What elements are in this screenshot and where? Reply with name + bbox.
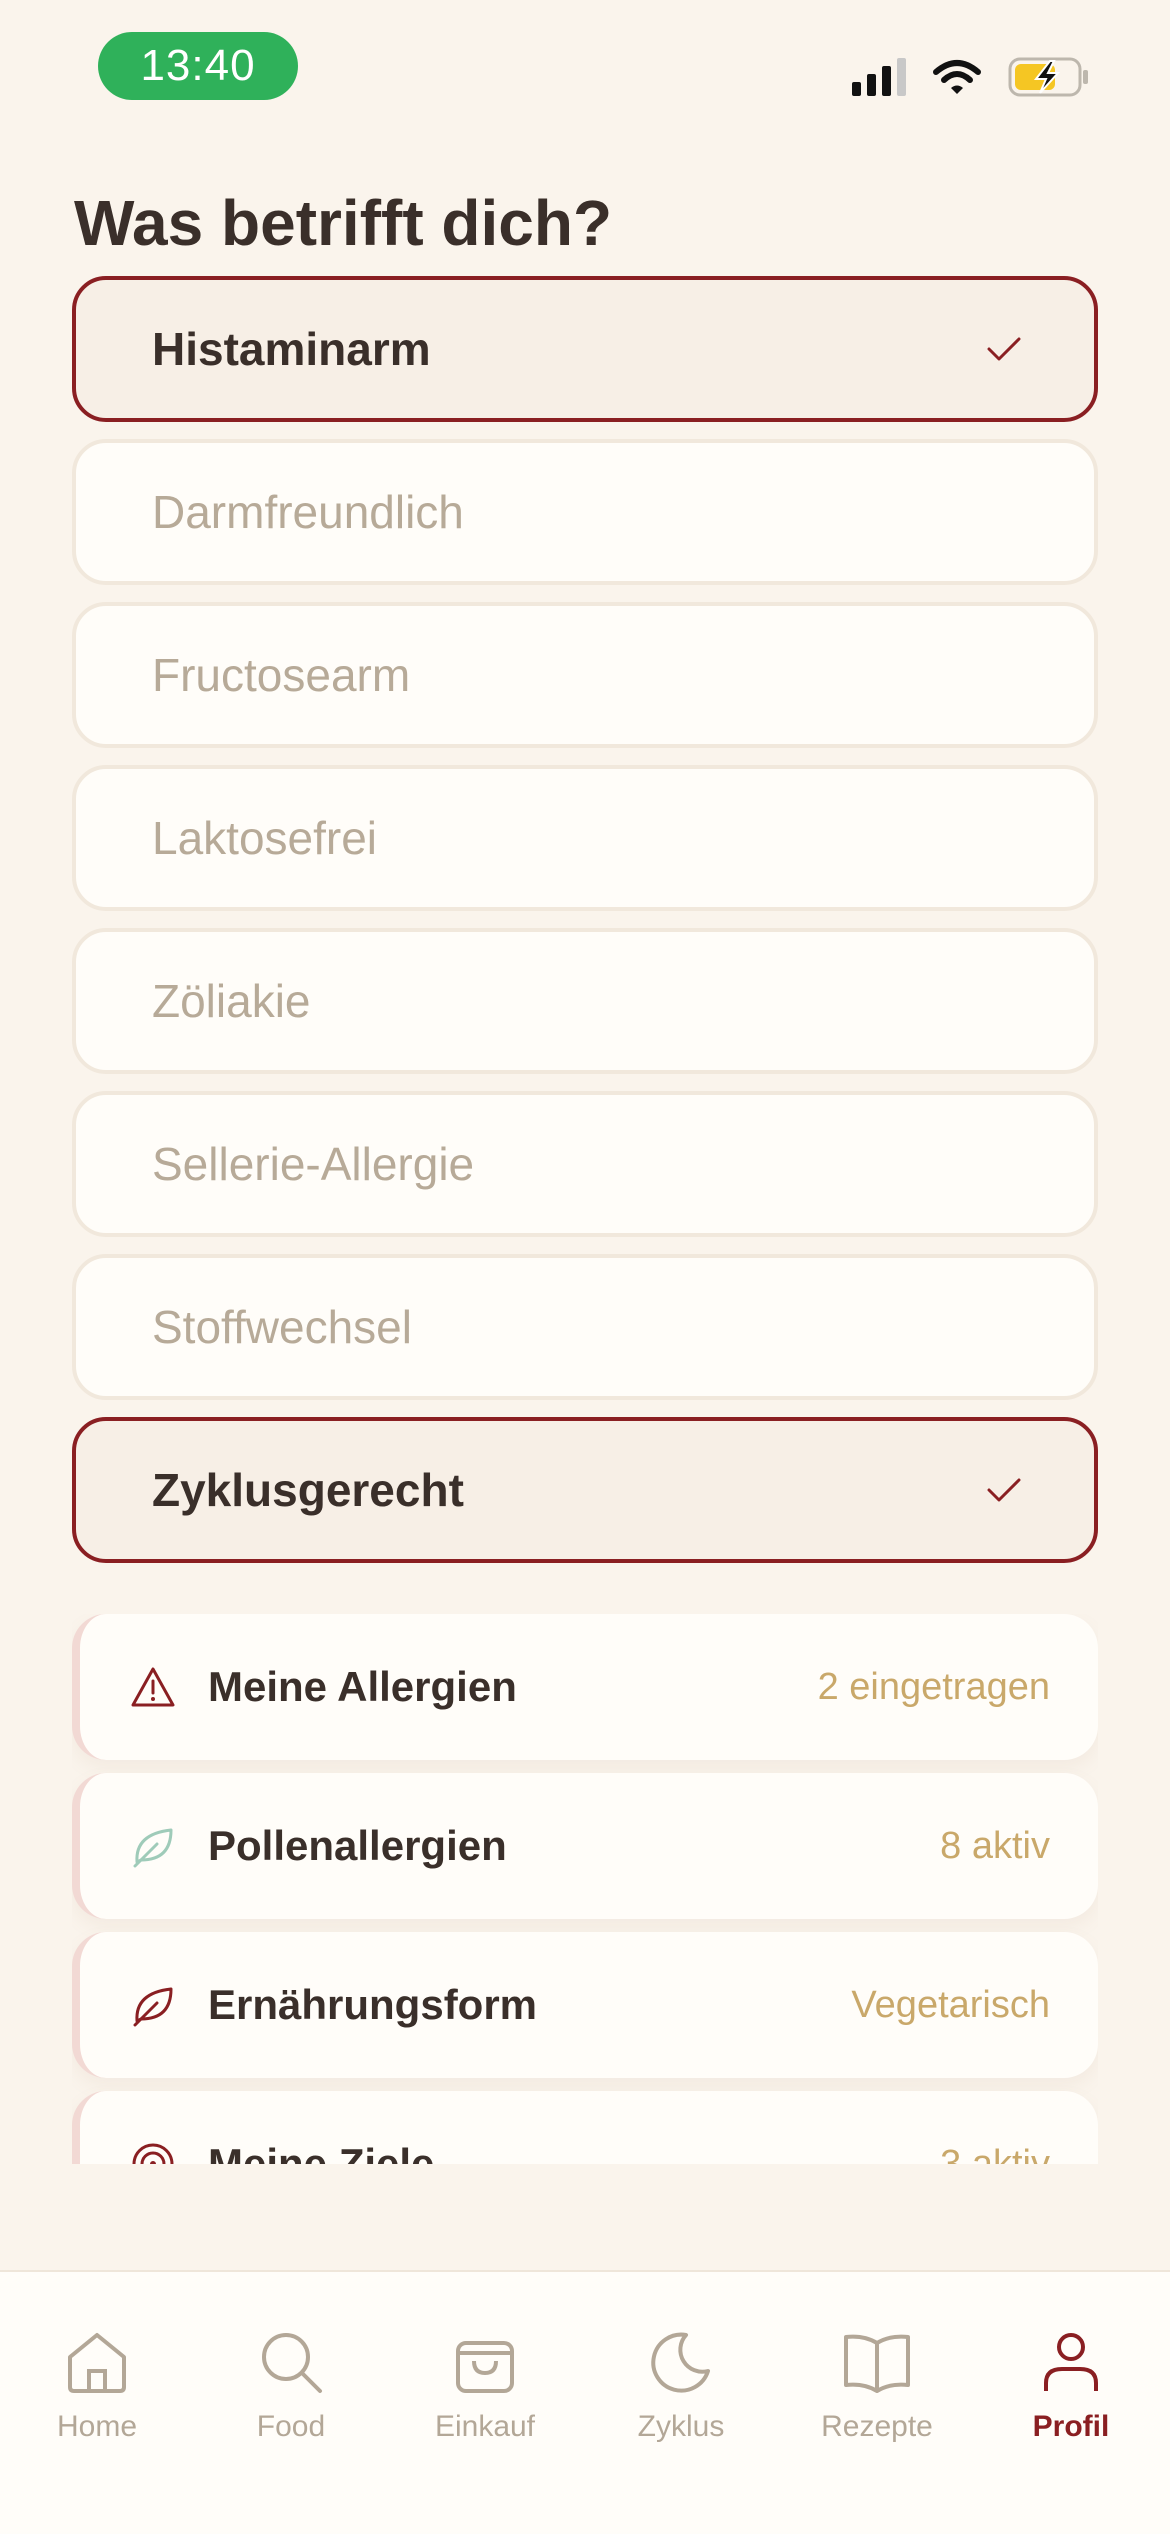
option-label: Zyklusgerecht — [152, 1464, 464, 1516]
option-zyklusgerecht[interactable]: Zyklusgerecht — [72, 1417, 1098, 1563]
home-icon — [2, 2322, 192, 2402]
condition-options: Histaminarm Darmfreundlich Fructosearm L… — [72, 276, 1098, 1580]
book-icon — [782, 2322, 972, 2402]
option-label: Stoffwechsel — [152, 1301, 412, 1353]
warning-icon — [128, 1662, 178, 1712]
option-histaminarm[interactable]: Histaminarm — [72, 276, 1098, 422]
tab-food[interactable]: Food — [196, 2322, 386, 2444]
page-title: Was betrifft dich? — [74, 187, 613, 259]
option-laktosefrei[interactable]: Laktosefrei — [72, 765, 1098, 911]
tab-home[interactable]: Home — [2, 2322, 192, 2444]
option-zoeliakie[interactable]: Zöliakie — [72, 928, 1098, 1074]
setting-label: Pollenallergien — [208, 1822, 507, 1869]
setting-meine-allergien[interactable]: Meine Allergien 2 eingetragen — [72, 1614, 1098, 1760]
tab-profil[interactable]: Profil — [976, 2322, 1166, 2444]
setting-meine-ziele[interactable]: Meine Ziele 3 aktiv — [72, 2091, 1098, 2164]
bottom-tab-bar: Home Food Einkauf Zyklus Rezepte Profil — [0, 2270, 1170, 2534]
setting-label: Ernährungsform — [208, 1981, 538, 2028]
setting-value: Vegetarisch — [851, 1983, 1050, 2026]
leaf-icon — [128, 1980, 178, 2030]
tab-rezepte[interactable]: Rezepte — [782, 2322, 972, 2444]
cellular-signal-icon — [852, 58, 906, 96]
option-darmfreundlich[interactable]: Darmfreundlich — [72, 439, 1098, 585]
setting-label: Meine Allergien — [208, 1663, 517, 1710]
option-label: Zöliakie — [152, 975, 311, 1027]
status-time: 13:40 — [98, 32, 298, 100]
person-icon — [976, 2322, 1166, 2402]
tab-label: Home — [56, 2410, 138, 2443]
option-stoffwechsel[interactable]: Stoffwechsel — [72, 1254, 1098, 1400]
option-sellerie-allergie[interactable]: Sellerie-Allergie — [72, 1091, 1098, 1237]
profile-settings-list: Meine Allergien 2 eingetragen Pollenalle… — [72, 1614, 1098, 2164]
setting-ernaehrungsform[interactable]: Ernährungsform Vegetarisch — [72, 1932, 1098, 2078]
option-fructosearm[interactable]: Fructosearm — [72, 602, 1098, 748]
checkmark-icon — [987, 1478, 1021, 1502]
leaf-icon — [128, 1821, 178, 1871]
option-label: Laktosefrei — [152, 812, 378, 864]
tab-label: Einkauf — [434, 2410, 536, 2443]
option-label: Darmfreundlich — [152, 486, 464, 538]
option-label: Histaminarm — [152, 323, 431, 375]
status-bar: 13:40 — [0, 0, 1170, 140]
status-icons — [852, 52, 1090, 102]
search-icon — [196, 2322, 386, 2402]
battery-icon — [1008, 57, 1088, 97]
tab-label: Food — [256, 2410, 326, 2443]
target-icon — [128, 2139, 178, 2164]
setting-value: 3 aktiv — [940, 2142, 1050, 2165]
moon-icon — [586, 2322, 776, 2402]
tab-label: Zyklus — [637, 2410, 725, 2443]
setting-label: Meine Ziele — [208, 2140, 435, 2164]
bag-icon — [390, 2322, 580, 2402]
tab-zyklus[interactable]: Zyklus — [586, 2322, 776, 2444]
tab-label: Rezepte — [821, 2410, 933, 2443]
setting-value: 2 eingetragen — [817, 1665, 1050, 1708]
setting-value: 8 aktiv — [940, 1824, 1050, 1867]
option-label: Sellerie-Allergie — [152, 1138, 475, 1190]
setting-pollenallergien[interactable]: Pollenallergien 8 aktiv — [72, 1773, 1098, 1919]
wifi-icon — [933, 60, 981, 94]
tab-einkauf[interactable]: Einkauf — [390, 2322, 580, 2444]
checkmark-icon — [987, 337, 1021, 361]
tab-label: Profil — [1032, 2410, 1110, 2443]
option-label: Fructosearm — [152, 649, 411, 701]
